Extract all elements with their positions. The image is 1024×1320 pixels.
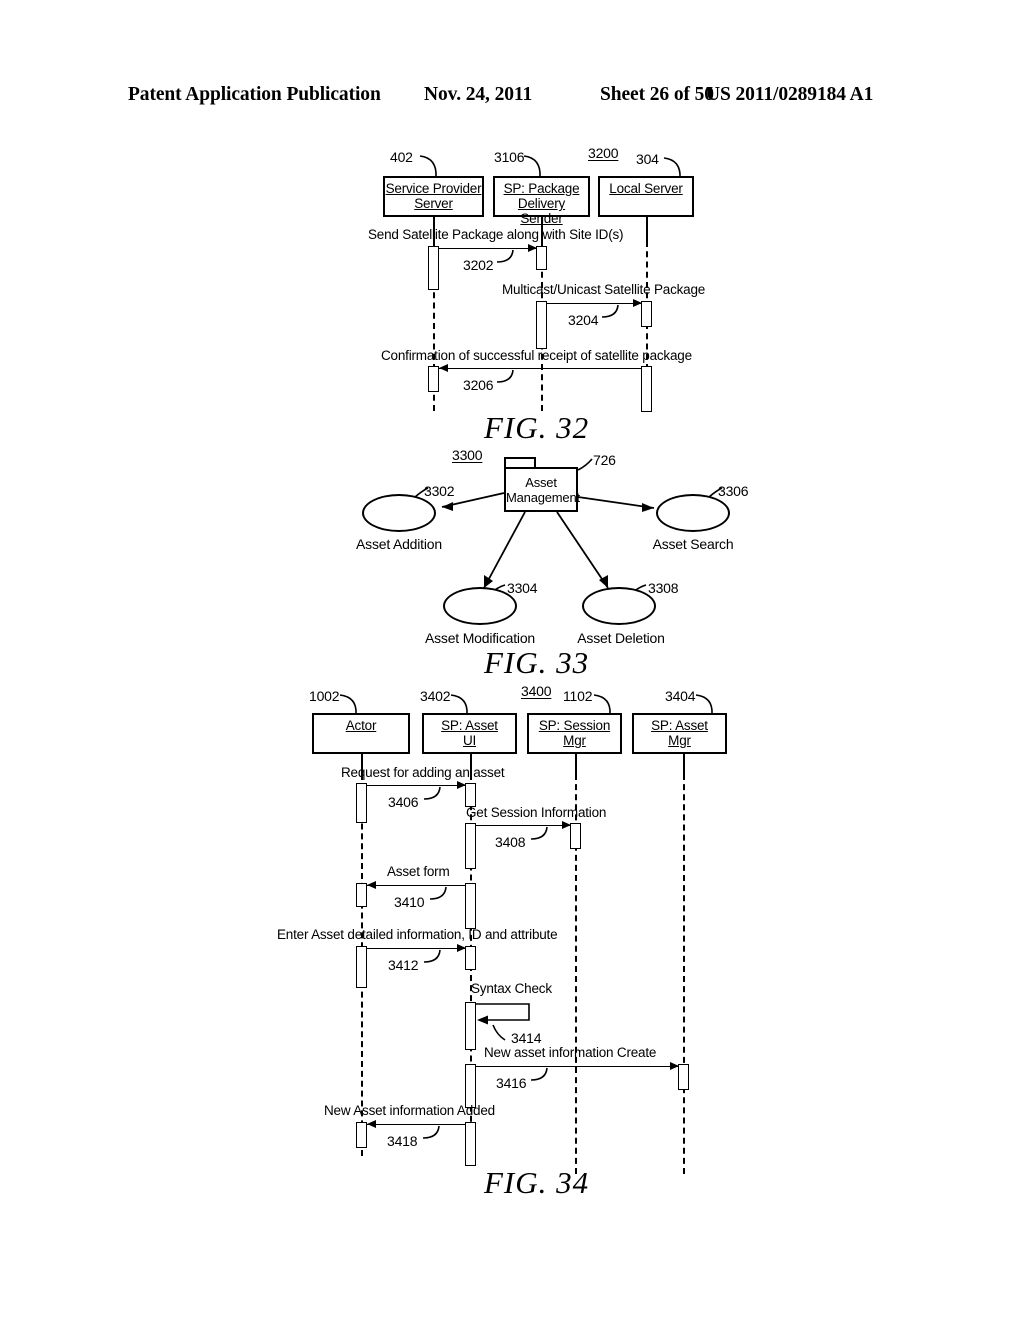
leader-3206 bbox=[496, 369, 514, 383]
figure-33-caption: FIG. 33 bbox=[484, 645, 590, 680]
use-case-label-asset-addition: Asset Addition bbox=[356, 536, 442, 552]
use-case-asset-search[interactable] bbox=[656, 494, 730, 532]
figure-34: 1002 3402 3400 1102 3404 Actor SP: Asset… bbox=[0, 680, 1024, 1220]
use-case-asset-addition[interactable] bbox=[362, 494, 436, 532]
use-case-label-asset-modification: Asset Modification bbox=[424, 630, 535, 646]
patent-number: US 2011/0289184 A1 bbox=[706, 84, 874, 105]
use-case-label-asset-deletion: Asset Deletion bbox=[577, 630, 665, 646]
sheet-number: Sheet 26 of 50 bbox=[600, 84, 714, 105]
publication-label: Patent Application Publication bbox=[128, 84, 381, 105]
publication-date: Nov. 24, 2011 bbox=[424, 84, 533, 105]
page-header: Patent Application Publication Nov. 24, … bbox=[0, 84, 1024, 114]
leader-3418 bbox=[422, 1125, 440, 1139]
use-case-label-asset-search: Asset Search bbox=[652, 536, 734, 552]
figure-32: 402 3106 3200 304 Service Provider Serve… bbox=[0, 140, 1024, 445]
use-case-asset-modification[interactable] bbox=[443, 587, 517, 625]
use-case-asset-deletion[interactable] bbox=[582, 587, 656, 625]
figure-34-caption: FIG. 34 bbox=[484, 1165, 590, 1200]
figure-33: 3300 726 3302 3306 3304 3308 Asset Manag… bbox=[0, 440, 1024, 680]
